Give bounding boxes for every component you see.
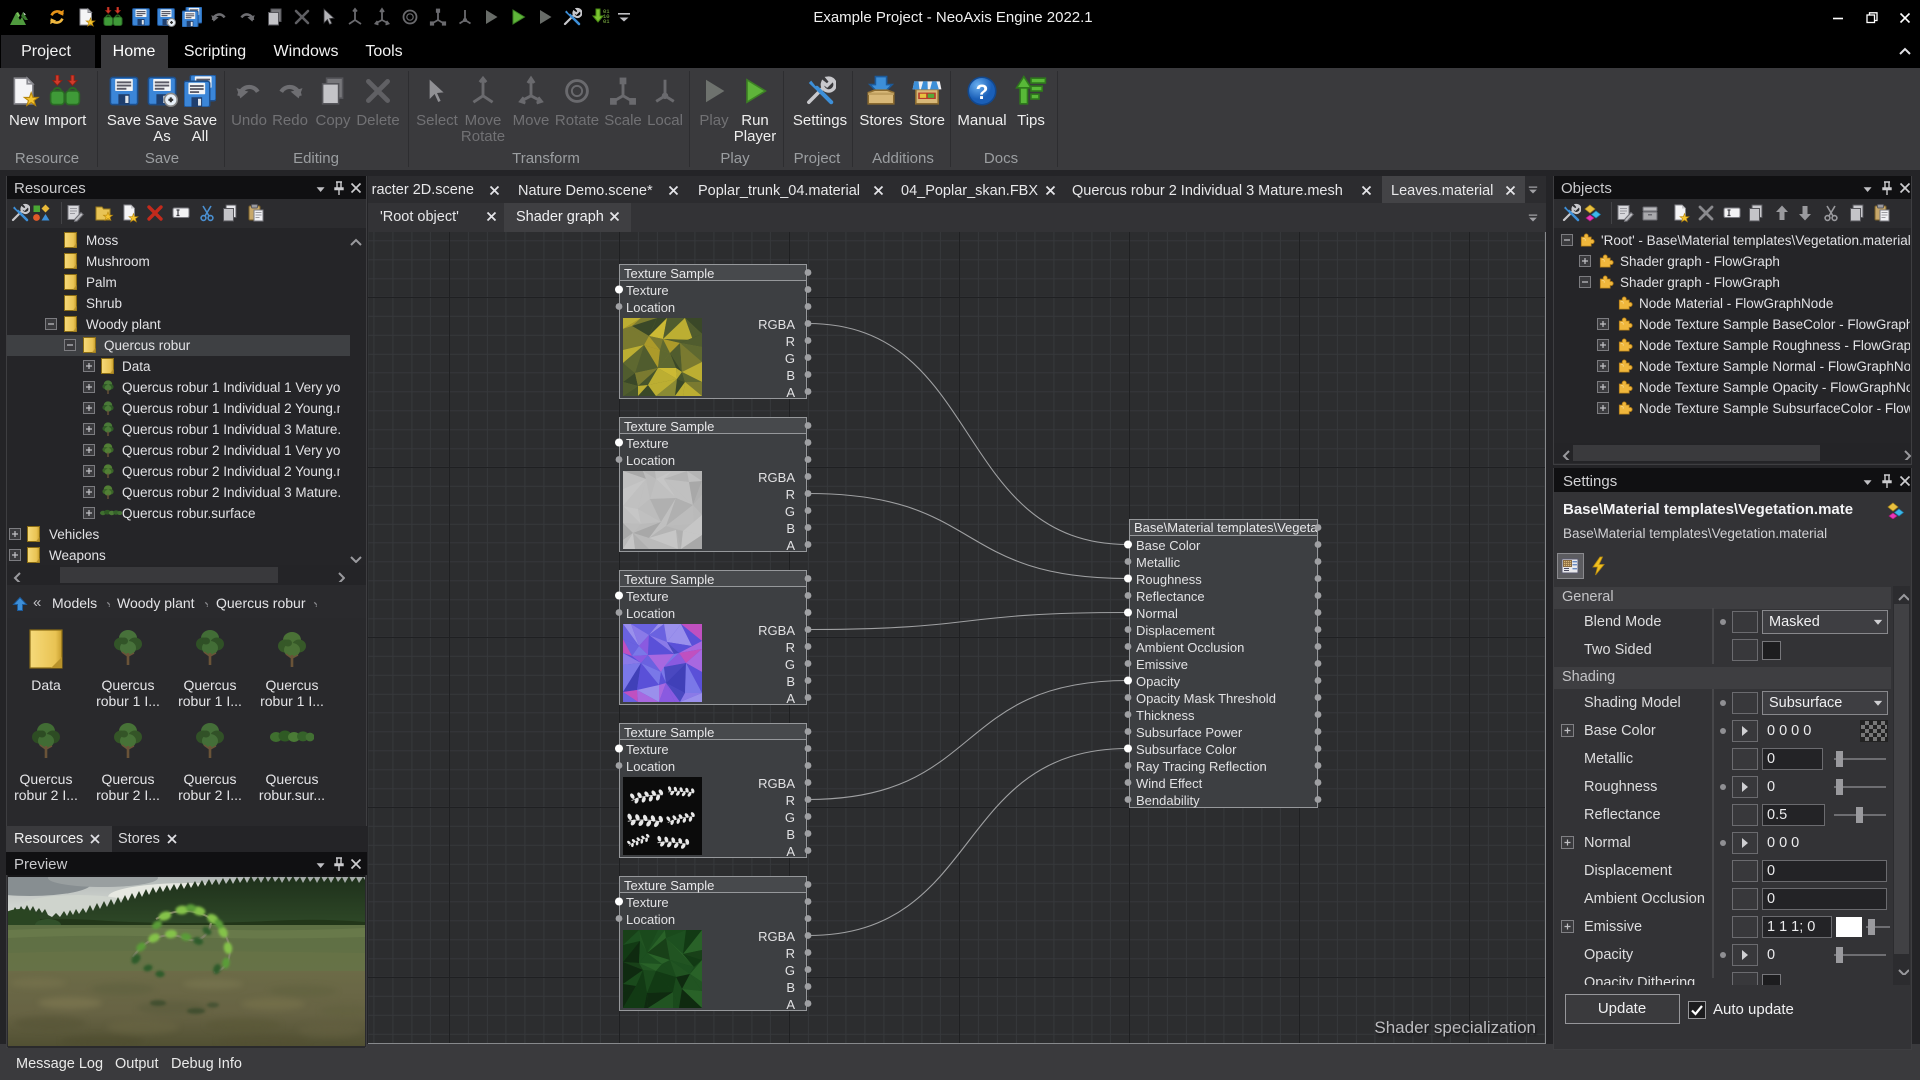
svg-text:?: ? (976, 81, 989, 104)
svg-text:01: 01 (603, 18, 610, 25)
